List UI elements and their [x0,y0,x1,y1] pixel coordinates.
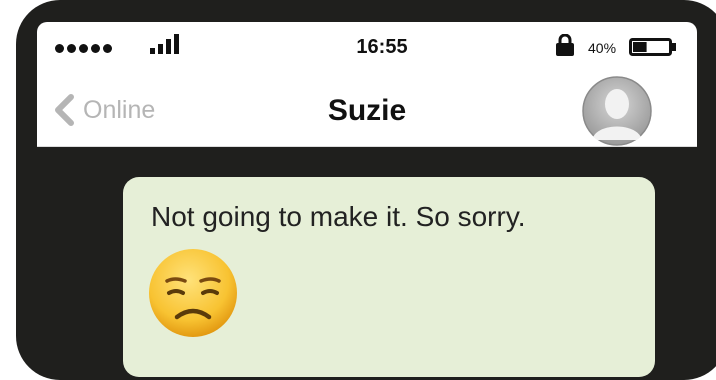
battery-icon [629,38,676,56]
back-button[interactable]: Online [53,90,155,130]
status-time: 16:55 [356,36,408,58]
message-bubble[interactable]: Not going to make it. So sorry. [123,177,655,377]
contact-name: Suzie [327,94,407,127]
message-text: Not going to make it. So sorry. [151,201,526,232]
signal-bars-icon [150,34,180,54]
chevron-left-icon [55,94,74,126]
status-bar: 16:55 40% [37,22,697,74]
back-label: Online [83,95,156,124]
message-list: Not going to make it. So sorry. [37,147,697,377]
disappointed-face-emoji [149,249,237,337]
signal-dots-icon [55,44,112,53]
battery-percent: 40% [588,40,617,56]
nav-bar: Online Suzie [37,74,697,147]
person-silhouette-icon [582,76,652,146]
phone-screen: 16:55 40% Online Suzie Not going to make… [37,22,697,377]
lock-icon [556,34,574,56]
avatar[interactable] [582,76,652,146]
